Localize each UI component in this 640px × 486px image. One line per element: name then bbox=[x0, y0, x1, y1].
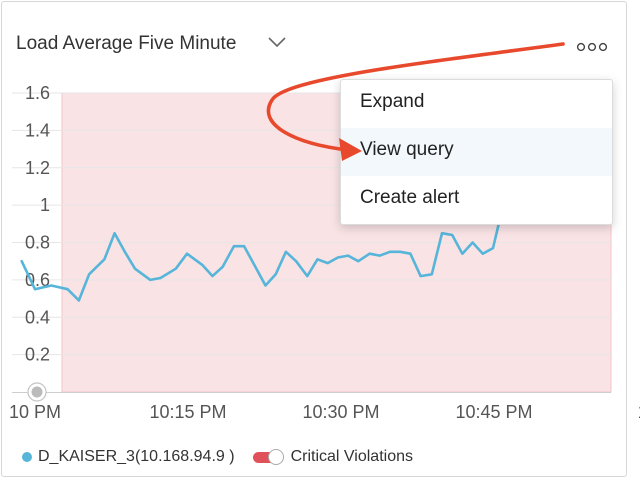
y-tick-label: 1 bbox=[40, 195, 50, 215]
chart-legend: D_KAISER_3(10.168.94.9 ) Critical Violat… bbox=[22, 446, 413, 468]
critical-violations-label: Critical Violations bbox=[290, 448, 413, 465]
menu-item-create-alert[interactable]: Create alert bbox=[341, 176, 612, 224]
menu-item-view-query[interactable]: View query bbox=[341, 128, 612, 176]
x-tick-label: 10:45 PM bbox=[455, 402, 532, 422]
y-tick-label: 1.4 bbox=[25, 120, 50, 140]
y-tick-label: 0.8 bbox=[25, 233, 50, 253]
toggle-knob bbox=[267, 449, 284, 465]
chart-options-menu: Expand View query Create alert bbox=[340, 79, 613, 225]
y-tick-label: 0.4 bbox=[25, 307, 50, 327]
scroll-handle-icon[interactable] bbox=[27, 382, 47, 402]
load-average-chart: 1.61.41.210.80.60.40.2 10 PM 10:15 PM 10:3… bbox=[9, 83, 640, 422]
y-tick-label: 1.2 bbox=[25, 158, 50, 178]
y-tick-label: 0.2 bbox=[25, 345, 50, 365]
x-tick-label: 10:15 PM bbox=[149, 402, 226, 422]
legend-series-label[interactable]: D_KAISER_3(10.168.94.9 ) bbox=[38, 448, 235, 466]
x-tick-label: 10 PM bbox=[9, 402, 61, 422]
critical-violations-toggle[interactable] bbox=[252, 449, 285, 465]
menu-item-expand[interactable]: Expand bbox=[341, 80, 612, 128]
x-tick-label: 10:30 PM bbox=[302, 402, 379, 422]
y-tick-label: 1.6 bbox=[25, 83, 50, 103]
series-color-dot bbox=[22, 452, 32, 462]
